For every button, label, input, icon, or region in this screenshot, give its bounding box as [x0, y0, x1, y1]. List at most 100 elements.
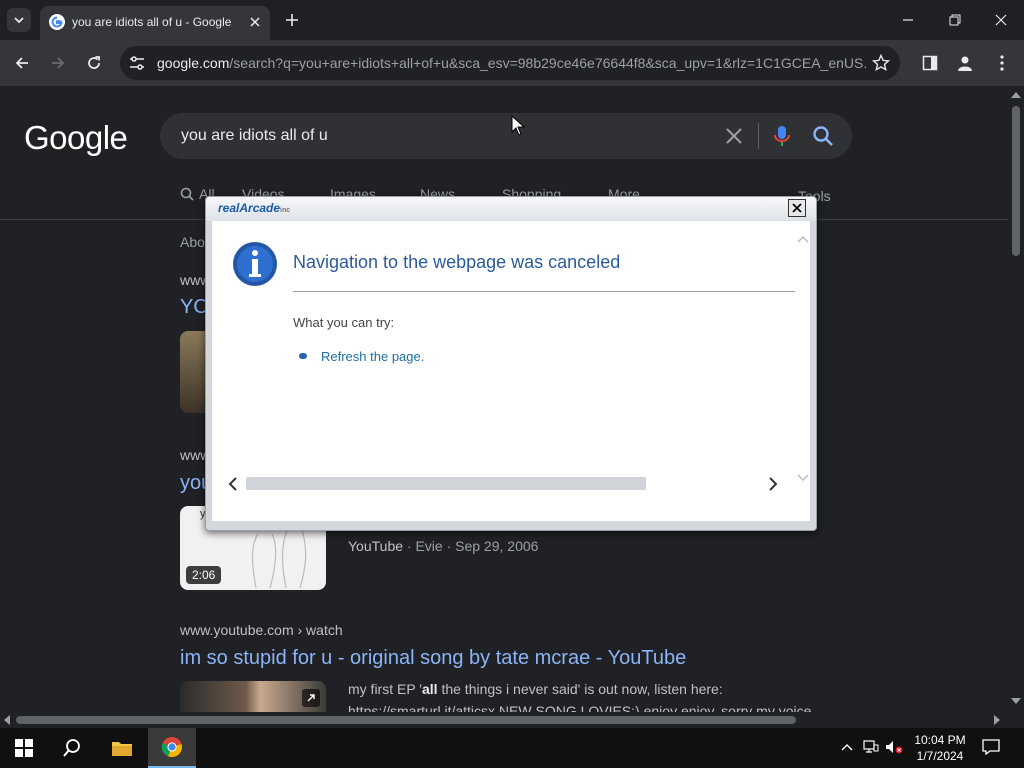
scroll-left-icon[interactable] — [4, 715, 10, 725]
result-2-source: YouTube — [348, 538, 404, 554]
plus-icon — [286, 14, 298, 26]
close-icon — [995, 14, 1007, 26]
more-vert-icon — [1000, 55, 1004, 71]
windows-logo-icon — [15, 739, 33, 757]
scroll-right-icon[interactable] — [768, 477, 778, 491]
result-3-snippet-bold: all — [421, 681, 438, 697]
bookmark-star-icon[interactable] — [872, 54, 890, 72]
result-3-snippet-pre: my first EP ' — [348, 681, 422, 697]
result-3-site[interactable]: www.youtube.com › watch — [180, 622, 343, 638]
result-3-snippet-post: the things i never said' is out now, lis… — [437, 681, 723, 697]
dialog-close-button[interactable] — [788, 199, 806, 217]
restore-button[interactable] — [945, 10, 965, 30]
page-vertical-scrollbar[interactable] — [1008, 86, 1024, 712]
file-explorer-button[interactable] — [98, 728, 146, 768]
tab-close-icon[interactable] — [246, 13, 264, 31]
start-button[interactable] — [0, 728, 48, 768]
dialog-titlebar[interactable]: realArcadeinc — [206, 197, 816, 221]
navigation-canceled-dialog: realArcadeinc Navigation to the webpage … — [205, 196, 817, 531]
scroll-down-icon[interactable] — [1011, 698, 1021, 704]
realarcade-logo: realArcadeinc — [218, 201, 290, 215]
chevron-down-icon — [14, 17, 24, 24]
scroll-left-icon[interactable] — [228, 477, 238, 491]
result-2-meta-text: · Evie · Sep 29, 2006 — [403, 538, 539, 554]
search-query[interactable]: you are idiots all of u — [181, 127, 328, 145]
scroll-down-icon[interactable] — [797, 474, 809, 482]
dialog-try-label: What you can try: — [293, 315, 395, 330]
scroll-right-icon[interactable] — [994, 715, 1000, 725]
search-small-icon — [180, 187, 194, 201]
volume-muted-icon — [886, 741, 903, 754]
result-3-snippet-line2: https://smarturl.it/atticsx NEW SONG LOV… — [348, 703, 812, 712]
windows-taskbar: 10:04 PM 1/7/2024 — [0, 728, 1024, 768]
tab-strip: you are idiots all of u - Google — [0, 0, 1024, 40]
profile-icon — [958, 56, 972, 71]
result-2-meta: YouTube · Evie · Sep 29, 2006 — [348, 538, 538, 554]
page-horizontal-scrollbar[interactable] — [0, 712, 1008, 728]
google-logo[interactable]: Google — [24, 119, 128, 157]
google-favicon-icon — [49, 14, 65, 30]
close-window-button[interactable] — [991, 10, 1011, 30]
minimize-button[interactable] — [898, 10, 918, 30]
address-bar[interactable]: google.com/search?q=you+are+idiots+all+o… — [120, 46, 900, 80]
profile-button[interactable] — [955, 53, 975, 73]
mouse-cursor-icon — [511, 115, 525, 136]
chevron-up-icon — [841, 744, 853, 751]
dialog-horizontal-scrollbar[interactable] — [216, 473, 788, 495]
taskbar-search-button[interactable] — [48, 728, 96, 768]
page-vertical-scroll-thumb[interactable] — [1012, 106, 1020, 256]
dialog-brand-suffix: inc — [280, 207, 291, 214]
dialog-heading: Navigation to the webpage was canceled — [293, 252, 621, 272]
info-icon — [233, 242, 277, 286]
dialog-horizontal-scroll-thumb[interactable] — [246, 477, 646, 490]
side-panel-button[interactable] — [920, 53, 940, 73]
new-tab-button[interactable] — [282, 10, 302, 30]
site-settings-icon[interactable] — [128, 54, 146, 72]
dialog-brand: realArcade — [218, 201, 281, 215]
clock-date: 1/7/2024 — [916, 749, 964, 763]
search-icon — [63, 739, 80, 757]
scroll-up-icon[interactable] — [797, 235, 809, 243]
chrome-icon — [161, 737, 182, 758]
browser-toolbar: google.com/search?q=you+are+idiots+all+o… — [0, 40, 1024, 86]
bullet-icon — [299, 353, 307, 359]
url-host: google.com — [157, 55, 230, 71]
forward-button[interactable] — [47, 52, 69, 74]
search-box[interactable]: you are idiots all of u — [160, 113, 852, 159]
close-icon — [792, 203, 802, 213]
notifications-button[interactable] — [982, 738, 1000, 756]
result-3-title[interactable]: im so stupid for u - original song by ta… — [180, 647, 686, 670]
search-divider — [758, 123, 759, 149]
refresh-page-link[interactable]: Refresh the page. — [321, 349, 424, 364]
restore-icon — [949, 14, 961, 26]
clock-time: 10:04 PM — [914, 733, 966, 747]
tab-search-button[interactable] — [7, 8, 31, 32]
microphone-icon[interactable] — [773, 125, 791, 147]
dialog-vertical-scrollbar[interactable] — [796, 229, 810, 489]
folder-icon — [112, 742, 132, 756]
show-hidden-icons-button[interactable] — [838, 738, 856, 756]
arrow-right-icon — [52, 57, 65, 69]
url-path: /search?q=you+are+idiots+all+of+u&sca_es… — [229, 55, 867, 71]
page-horizontal-scroll-thumb[interactable] — [16, 716, 796, 724]
chrome-taskbar-button[interactable] — [148, 728, 196, 768]
scroll-up-icon[interactable] — [1011, 92, 1021, 98]
about-results-text: Abo — [180, 234, 205, 250]
arrow-left-icon — [15, 57, 28, 69]
browser-menu-button[interactable] — [992, 53, 1012, 73]
result-3-thumbnail[interactable] — [180, 681, 326, 712]
result-2-duration: 2:06 — [186, 566, 222, 584]
back-button[interactable] — [11, 52, 33, 74]
tab-title: you are idiots all of u - Google — [72, 15, 232, 29]
volume-button[interactable] — [885, 738, 903, 756]
url-text: google.com/search?q=you+are+idiots+all+o… — [157, 55, 867, 71]
reload-button[interactable] — [83, 52, 105, 74]
expand-icon — [302, 689, 320, 707]
network-button[interactable] — [862, 738, 880, 756]
clear-icon[interactable] — [724, 126, 744, 146]
side-panel-icon — [922, 55, 938, 71]
dialog-rule — [293, 291, 795, 292]
system-clock[interactable]: 10:04 PM 1/7/2024 — [906, 732, 974, 764]
browser-tab[interactable]: you are idiots all of u - Google — [40, 6, 270, 40]
search-icon[interactable] — [812, 125, 834, 147]
